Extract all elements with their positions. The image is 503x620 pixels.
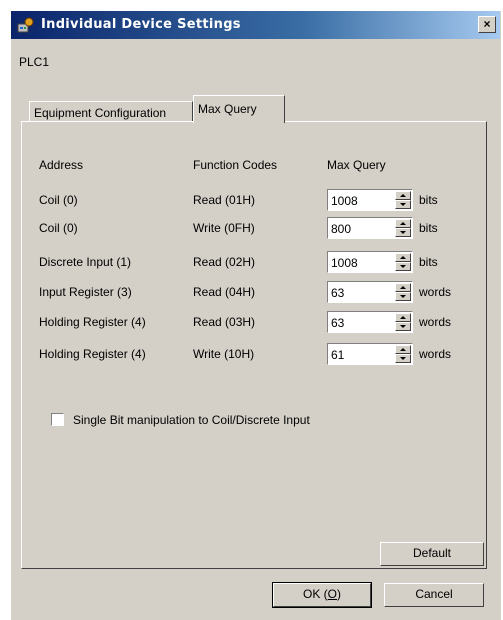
max-query-spinner-holding-register-read[interactable]: 63 — [327, 311, 413, 333]
ok-label-prefix: OK ( — [302, 587, 328, 601]
header-function-codes: Function Codes — [193, 158, 278, 172]
unit-label: words — [419, 347, 452, 361]
address-label: Discrete Input (1) — [39, 255, 132, 269]
spin-up-icon[interactable] — [395, 283, 411, 292]
default-button[interactable]: Default — [380, 542, 484, 566]
spin-down-icon[interactable] — [395, 354, 411, 363]
max-query-spinner-coil-read[interactable]: 1008 — [327, 189, 413, 211]
max-query-spinner-holding-register-write[interactable]: 61 — [327, 343, 413, 365]
function-code-label: Read (03H) — [193, 315, 256, 329]
single-bit-label: Single Bit manipulation to Coil/Discrete… — [73, 413, 310, 427]
tab-max-query[interactable]: Max Query — [193, 95, 285, 123]
max-query-value: 1008 — [331, 194, 358, 208]
unit-label: words — [419, 315, 452, 329]
spin-up-icon[interactable] — [395, 253, 411, 262]
device-name: PLC1 — [19, 55, 50, 69]
spin-up-icon[interactable] — [395, 219, 411, 228]
max-query-spinner-coil-write[interactable]: 800 — [327, 217, 413, 239]
ok-accelerator-key: O — [327, 587, 337, 601]
max-query-spinner-input-register[interactable]: 63 — [327, 281, 413, 303]
window-title: Individual Device Settings — [41, 17, 241, 32]
header-max-query: Max Query — [327, 158, 386, 172]
dialog-window: Individual Device Settings × PLC1 Equipm… — [10, 10, 501, 620]
function-code-label: Write (0FH) — [193, 221, 255, 235]
function-code-label: Read (04H) — [193, 285, 256, 299]
tab-panel-max-query — [21, 121, 487, 569]
spin-down-icon[interactable] — [395, 262, 411, 271]
max-query-value: 800 — [331, 222, 352, 236]
device-settings-icon — [17, 17, 34, 33]
ok-label-suffix: ) — [337, 587, 341, 601]
address-label: Input Register (3) — [39, 285, 132, 299]
close-button[interactable]: × — [478, 16, 496, 33]
unit-label: bits — [419, 255, 438, 269]
max-query-value: 61 — [331, 348, 345, 362]
max-query-value: 1008 — [331, 256, 358, 270]
header-address: Address — [39, 158, 84, 172]
spin-up-icon[interactable] — [395, 345, 411, 354]
spin-up-icon[interactable] — [395, 313, 411, 322]
max-query-value: 63 — [331, 286, 345, 300]
unit-label: words — [419, 285, 452, 299]
close-icon: × — [483, 17, 491, 31]
ok-button[interactable]: OK (O) — [272, 582, 372, 608]
function-code-label: Read (02H) — [193, 255, 256, 269]
unit-label: bits — [419, 221, 438, 235]
function-code-label: Read (01H) — [193, 193, 256, 207]
single-bit-checkbox[interactable] — [51, 413, 64, 426]
max-query-spinner-discrete-input[interactable]: 1008 — [327, 251, 413, 273]
spin-up-icon[interactable] — [395, 191, 411, 200]
address-label: Coil (0) — [39, 193, 78, 207]
unit-label: bits — [419, 193, 438, 207]
address-label: Holding Register (4) — [39, 315, 146, 329]
title-bar[interactable]: Individual Device Settings × — [11, 11, 500, 39]
address-label: Coil (0) — [39, 221, 78, 235]
spin-down-icon[interactable] — [395, 228, 411, 237]
spin-down-icon[interactable] — [395, 322, 411, 331]
max-query-value: 63 — [331, 316, 345, 330]
address-label: Holding Register (4) — [39, 347, 146, 361]
function-code-label: Write (10H) — [193, 347, 255, 361]
tab-equipment-configuration[interactable]: Equipment Configuration — [29, 101, 193, 121]
spin-down-icon[interactable] — [395, 200, 411, 209]
spin-down-icon[interactable] — [395, 292, 411, 301]
cancel-button[interactable]: Cancel — [384, 583, 484, 607]
